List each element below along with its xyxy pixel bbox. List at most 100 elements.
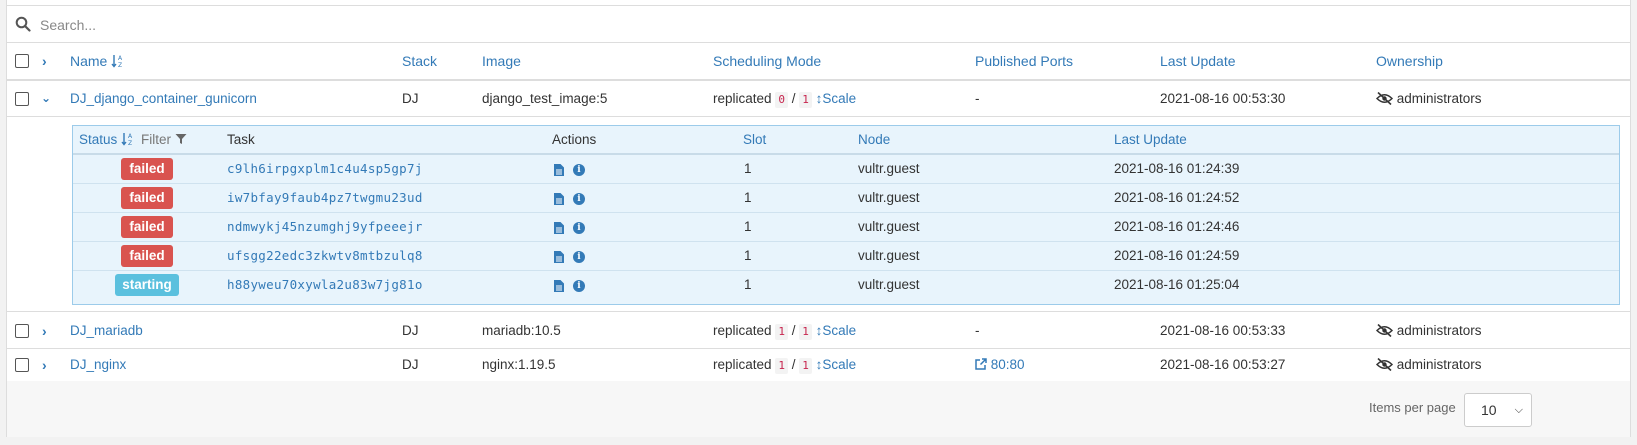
row-checkbox[interactable] [15, 324, 29, 338]
service-last-update: 2021-08-16 00:53:27 [1160, 357, 1286, 372]
scale-button[interactable]: ↕Scale [816, 357, 857, 372]
task-row: failed ufsgg22edc3zkwtv8mtbzulq8 i 1 vul… [73, 242, 1619, 271]
select-all-checkbox[interactable] [15, 54, 29, 68]
header-slot[interactable]: Slot [743, 126, 766, 153]
sort-icon: A Z [111, 55, 123, 69]
status-badge: starting [115, 274, 179, 296]
header-published-ports[interactable]: Published Ports [975, 43, 1073, 79]
task-node: vultr.guest [858, 248, 920, 263]
total-count: 1 [799, 358, 812, 374]
service-last-update: 2021-08-16 00:53:33 [1160, 323, 1286, 338]
service-image: nginx:1.19.5 [482, 357, 556, 372]
items-per-page-label: Items per page [1369, 400, 1456, 415]
row-checkbox[interactable] [15, 358, 29, 372]
search-input[interactable] [38, 13, 642, 37]
status-badge: failed [121, 245, 173, 267]
collapse-chevron-icon[interactable]: ⌄ [41, 81, 51, 115]
table-row: › DJ_nginx DJ nginx:1.19.5 replicated 1 … [7, 349, 1630, 381]
tasks-header: Status A Z Filter Task Actions Slot Node… [73, 126, 1619, 155]
header-status[interactable]: Status A Z [79, 126, 135, 153]
scale-button[interactable]: ↕Scale [816, 91, 857, 106]
service-name-link[interactable]: DJ_mariadb [70, 313, 143, 349]
items-per-page-select[interactable]: 10 ⌵ [1464, 393, 1532, 427]
published-port-link[interactable]: 80:80 [975, 349, 1025, 381]
logs-icon[interactable] [554, 164, 564, 176]
service-name-link[interactable]: DJ_nginx [70, 349, 126, 381]
header-last-update[interactable]: Last Update [1160, 43, 1236, 79]
logs-icon[interactable] [554, 222, 564, 234]
service-scheduling: replicated 1 / 1 ↕Scale [713, 323, 857, 340]
task-node: vultr.guest [858, 277, 920, 292]
table-header: › Name A Z Stack Image Scheduling Mode P… [7, 43, 1630, 81]
svg-text:A: A [118, 55, 123, 62]
status-filter[interactable]: Filter [141, 126, 187, 153]
info-icon[interactable]: i [573, 164, 585, 176]
info-icon[interactable]: i [573, 280, 585, 292]
task-last-update: 2021-08-16 01:24:59 [1114, 248, 1240, 263]
filter-icon [175, 134, 187, 144]
task-id-link[interactable]: h88yweu70xywla2u83w7jg81o [227, 271, 423, 299]
eye-slash-icon [1375, 91, 1394, 106]
info-icon[interactable]: i [573, 222, 585, 234]
scale-button[interactable]: ↕Scale [816, 323, 857, 338]
header-task: Task [227, 132, 255, 147]
task-last-update: 2021-08-16 01:24:46 [1114, 219, 1240, 234]
service-stack: DJ [402, 357, 419, 372]
running-count: 1 [775, 324, 788, 340]
logs-icon[interactable] [554, 280, 564, 292]
expand-chevron-icon[interactable]: › [42, 349, 47, 381]
task-last-update: 2021-08-16 01:24:39 [1114, 161, 1240, 176]
status-badge: failed [121, 216, 173, 238]
service-ownership: administrators [1375, 349, 1482, 381]
header-image[interactable]: Image [482, 43, 521, 79]
row-checkbox[interactable] [15, 92, 29, 106]
task-node: vultr.guest [858, 219, 920, 234]
sort-icon: A Z [121, 133, 133, 147]
task-row: failed iw7bfay9faub4pz7twgmu23ud i 1 vul… [73, 184, 1619, 213]
info-icon[interactable]: i [573, 251, 585, 263]
expand-chevron-icon[interactable]: › [42, 313, 47, 349]
eye-slash-icon [1375, 357, 1394, 372]
external-link-icon [975, 358, 987, 370]
service-stack: DJ [402, 323, 419, 338]
service-last-update: 2021-08-16 00:53:30 [1160, 91, 1286, 106]
tasks-table: Status A Z Filter Task Actions Slot Node… [72, 125, 1620, 305]
service-ports: - [975, 323, 980, 338]
task-id-link[interactable]: ufsgg22edc3zkwtv8mtbzulq8 [227, 242, 423, 270]
task-row: failed c9lh6irpgxplm1c4u4sp5gp7j i 1 vul… [73, 155, 1619, 184]
status-badge: failed [121, 187, 173, 209]
service-image: mariadb:10.5 [482, 323, 561, 338]
task-id-link[interactable]: c9lh6irpgxplm1c4u4sp5gp7j [227, 155, 423, 183]
task-slot: 1 [744, 248, 752, 263]
table-row: › DJ_mariadb DJ mariadb:10.5 replicated … [7, 313, 1630, 349]
header-ownership[interactable]: Ownership [1376, 43, 1443, 79]
task-id-link[interactable]: iw7bfay9faub4pz7twgmu23ud [227, 184, 423, 212]
header-task-last-update[interactable]: Last Update [1114, 126, 1187, 153]
logs-icon[interactable] [554, 193, 564, 205]
service-scheduling: replicated 0 / 1 ↕Scale [713, 91, 857, 108]
task-node: vultr.guest [858, 161, 920, 176]
header-name[interactable]: Name A Z [70, 43, 125, 79]
header-stack[interactable]: Stack [402, 43, 437, 79]
task-row: starting h88yweu70xywla2u83w7jg81o i 1 v… [73, 271, 1619, 300]
task-slot: 1 [744, 161, 752, 176]
task-id-link[interactable]: ndmwykj45nzumghj9yfpeeejr [227, 213, 423, 241]
expand-all-chevron-icon[interactable]: › [42, 43, 47, 79]
task-last-update: 2021-08-16 01:25:04 [1114, 277, 1240, 292]
eye-slash-icon [1375, 323, 1394, 338]
chevron-down-icon: ⌵ [1514, 404, 1523, 416]
info-icon[interactable]: i [573, 193, 585, 205]
search-bar [7, 5, 1630, 43]
service-stack: DJ [402, 91, 419, 106]
svg-text:Z: Z [128, 140, 132, 146]
svg-text:A: A [128, 133, 133, 140]
service-image: django_test_image:5 [482, 91, 608, 106]
total-count: 1 [799, 92, 812, 108]
service-name-link[interactable]: DJ_django_container_gunicorn [70, 81, 257, 117]
logs-icon[interactable] [554, 251, 564, 263]
table-footer: Items per page 10 ⌵ [7, 381, 1630, 437]
header-node[interactable]: Node [858, 126, 890, 153]
header-scheduling-mode[interactable]: Scheduling Mode [713, 43, 821, 79]
service-ownership: administrators [1375, 313, 1482, 349]
running-count: 0 [775, 92, 788, 108]
